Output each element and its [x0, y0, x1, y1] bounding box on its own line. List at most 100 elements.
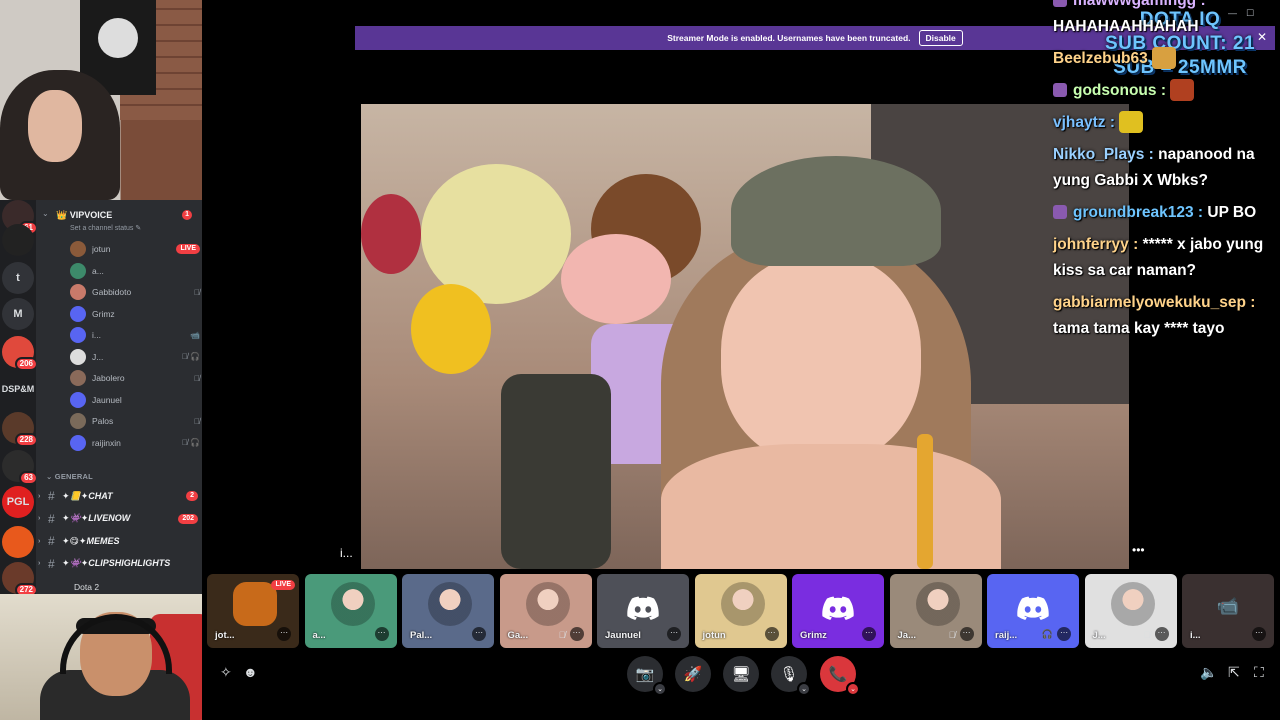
voice-member[interactable]: a... — [70, 261, 200, 281]
server-icon[interactable]: 228 — [2, 412, 38, 447]
server-icon[interactable]: 206 — [2, 336, 38, 371]
member-name: i... — [92, 330, 101, 340]
participant-avatar — [525, 582, 570, 626]
plush-chick — [411, 284, 491, 374]
voice-channel-header[interactable]: ⌄ 👑 VIPVOICE Set a channel status ✎ 1 — [36, 208, 202, 238]
more-options-icon[interactable]: ⋯ — [1252, 627, 1266, 641]
screen-share-button[interactable]: 🖥 — [723, 656, 759, 692]
more-options-icon[interactable]: ⋯ — [959, 627, 974, 641]
member-name: Gabbidoto — [92, 287, 132, 297]
sparkle-icon[interactable]: ✧ — [220, 664, 232, 681]
server-icon[interactable] — [2, 526, 34, 558]
member-name: raijinxin — [92, 437, 121, 448]
more-options-icon[interactable]: ⋯ — [374, 627, 389, 641]
shoulders — [661, 444, 1001, 569]
channel-item[interactable]: › # ✦😋✦MEMES — [38, 531, 198, 551]
more-options-icon[interactable]: ⋯ — [569, 627, 584, 641]
activities-icon: 🚀 — [683, 666, 703, 683]
plush-red — [361, 194, 421, 274]
voice-member[interactable]: J... 🎙̸ 🎧 — [70, 347, 200, 367]
participant-tile[interactable]: Jaunuel ⋯ — [597, 574, 689, 648]
more-options-icon[interactable]: ⋯ — [764, 627, 779, 641]
emoji-icon[interactable]: ☻ — [243, 664, 258, 680]
channel-status[interactable]: Set a channel status ✎ — [70, 224, 141, 232]
voice-channel-name: 👑 VIPVOICE — [56, 210, 113, 220]
chat-username: johnferryy : — [1053, 236, 1139, 253]
disconnect-button[interactable]: 📞 ⌄ — [820, 656, 860, 696]
server-icon[interactable]: t — [2, 262, 34, 294]
avatar — [70, 413, 86, 429]
chat-message: groundbreak123 : UP BO — [1053, 200, 1279, 226]
channel-item[interactable]: › # ✦📒✦CHAT 2 — [38, 486, 198, 506]
chevron-right-icon: › — [38, 492, 41, 500]
member-name: Jaunuel — [92, 394, 122, 405]
chat-username: groundbreak123 : — [1073, 204, 1204, 221]
chevron-down-icon[interactable]: ⌄ — [797, 682, 811, 696]
volume-icon[interactable]: 🔈 — [1200, 664, 1217, 681]
voice-member[interactable]: Jabolero 🎙̸ — [70, 368, 200, 388]
participant-tile[interactable]: jotun ⋯ — [694, 574, 787, 648]
person-face — [721, 254, 921, 464]
server-dspm[interactable]: DSP&M — [1, 384, 35, 394]
channel-label: ✦👾✦CLIPSHIGHLIGHTS — [62, 558, 171, 568]
server-icon[interactable]: 63 — [2, 450, 38, 485]
chat-username: mawwwgamingg : — [1073, 0, 1206, 9]
voice-member[interactable]: jotun LIVE — [70, 239, 200, 259]
participant-avatar — [915, 582, 960, 626]
participant-tile[interactable]: a... ⋯ — [304, 574, 397, 648]
voice-member[interactable]: raijinxin 🎙̸ 🎧 — [70, 433, 200, 453]
more-options-icon[interactable]: ⋯ — [1154, 627, 1169, 641]
stream-preview — [233, 582, 277, 626]
participant-tile[interactable]: Grimz ⋯ — [792, 574, 884, 648]
more-options-icon[interactable]: ⋯ — [277, 627, 291, 641]
discord-logo-icon — [627, 596, 659, 620]
category-general[interactable]: ⌄ GENERAL — [46, 472, 93, 481]
participant-tile[interactable]: raij... 🎧 ⋯ — [987, 574, 1079, 648]
camera-toggle-button[interactable]: 📷 ⌄ — [627, 656, 667, 696]
voice-member[interactable]: Palos 🎙̸ — [70, 411, 200, 431]
channel-item[interactable]: › # ✦👾✦LIVENOW 202 — [38, 509, 198, 529]
more-options-icon[interactable]: ⋯ — [1057, 627, 1071, 641]
streamer-webcam-bottom — [0, 594, 221, 720]
main-video-options[interactable]: ••• — [1132, 543, 1145, 557]
participant-tile[interactable]: J... 🎙̸ ⋯ — [1084, 574, 1177, 648]
server-icon[interactable]: 272 — [2, 562, 38, 597]
server-icon[interactable] — [2, 224, 34, 256]
chat-text: UP BO — [1207, 204, 1257, 221]
more-options-icon[interactable]: ⋯ — [862, 627, 876, 641]
channel-label: ✦📒✦CHAT — [62, 490, 113, 501]
more-options-icon[interactable]: ⋯ — [472, 627, 486, 641]
member-name: Jabolero — [92, 373, 125, 383]
participant-tile[interactable]: Pal... ⋯ — [402, 574, 494, 648]
chat-username: godsonous : — [1073, 82, 1166, 99]
chevron-down-icon[interactable]: ⌄ — [653, 682, 667, 696]
avatar — [70, 284, 86, 300]
chat-message: Beelzebub63 — [1053, 46, 1279, 72]
main-video-feed[interactable] — [361, 104, 1129, 569]
participant-avatar — [1110, 582, 1155, 626]
activities-button[interactable]: 🚀 — [675, 656, 711, 692]
server-icon[interactable]: PGL — [2, 486, 34, 518]
server-icon[interactable]: M — [2, 298, 34, 330]
chat-username: gabbiarmelyowekuku_sep : — [1053, 294, 1256, 311]
member-name: Palos — [92, 416, 114, 426]
participant-tile[interactable]: Ja... 🎙̸ ⋯ — [889, 574, 982, 648]
voice-member[interactable]: i... 📹 — [70, 325, 200, 345]
mic-toggle-button[interactable]: 🎙 ⌄ — [771, 656, 811, 696]
participant-tile[interactable]: LIVE jot... ⋯ — [207, 574, 299, 648]
participant-tile[interactable]: 📹 i... ⋯ — [1182, 574, 1274, 648]
fullscreen-icon[interactable]: ⛶ — [1254, 664, 1264, 681]
disable-streamer-mode-button[interactable]: Disable — [918, 30, 963, 46]
voice-member[interactable]: Jaunuel — [70, 390, 200, 410]
voice-member[interactable]: Grimz — [70, 304, 200, 324]
chevron-down-icon[interactable]: ⌄ — [846, 682, 860, 696]
voice-member[interactable]: Gabbidoto 🎙̸ — [70, 282, 200, 302]
participant-tile[interactable]: Ga... 🎙̸ ⋯ — [499, 574, 592, 648]
more-options-icon[interactable]: ⋯ — [667, 627, 681, 641]
discord-logo-icon — [822, 596, 854, 620]
muted-icon: 🎙̸ — [558, 630, 566, 640]
person-left — [0, 70, 120, 200]
popout-icon[interactable]: ⇱ — [1228, 664, 1240, 681]
participant-name: raij... — [995, 630, 1018, 641]
channel-item[interactable]: › # ✦👾✦CLIPSHIGHLIGHTS — [38, 554, 198, 574]
